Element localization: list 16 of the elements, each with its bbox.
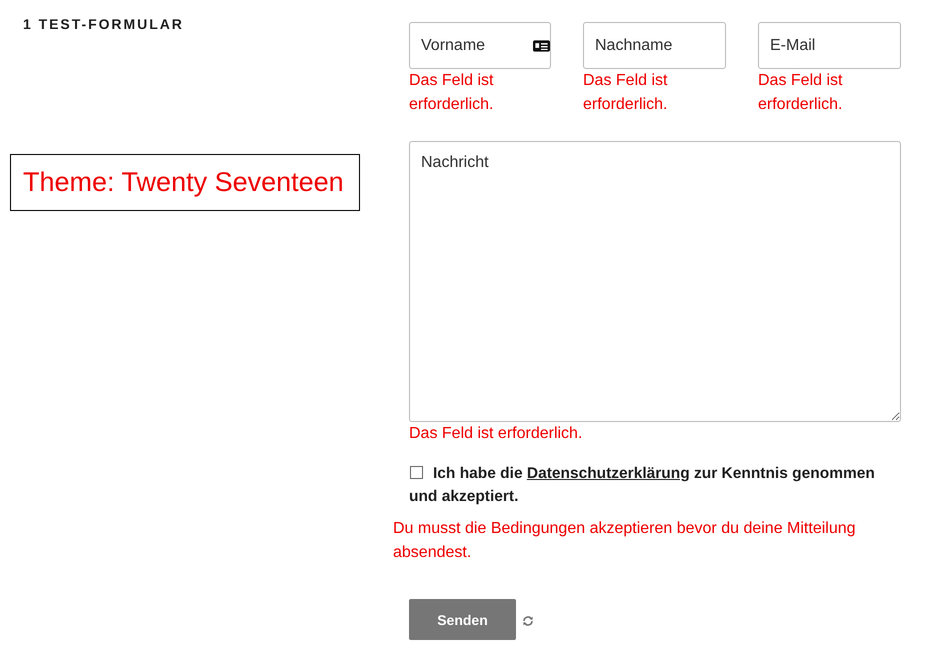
consent-error-message: Du musst die Bedingungen akzeptieren bevor du deine Mitteilung absendest. [393, 519, 857, 563]
error-message: Das Feld ist erforderlich. [758, 71, 844, 115]
text-input-field[interactable]: E-Mail [758, 22, 901, 69]
consent-checkbox[interactable]: Ich habe die Datenschutzerklärung zur Kenntnis genommen und akzeptiert. [409, 462, 901, 508]
checkbox-square-icon [410, 466, 423, 479]
contact-card-icon[interactable] [533, 40, 550, 52]
privacy-policy-link[interactable]: Datenschutzerklärung [526, 465, 690, 482]
text-input-field[interactable]: Vorname [409, 22, 551, 69]
text-input-field[interactable]: Nachname [583, 22, 726, 69]
message-textarea[interactable]: Nachricht [409, 141, 901, 422]
theme-note: Theme: Twenty Seventeen [10, 154, 360, 211]
error-message: Das Feld ist erforderlich. [583, 71, 668, 115]
error-message: Das Feld ist erforderlich. [409, 71, 494, 115]
form-heading: 1 TEST-FORMULAR [23, 15, 184, 33]
error-message: Das Feld ist erforderlich. [409, 424, 582, 444]
refresh-icon [522, 615, 534, 627]
